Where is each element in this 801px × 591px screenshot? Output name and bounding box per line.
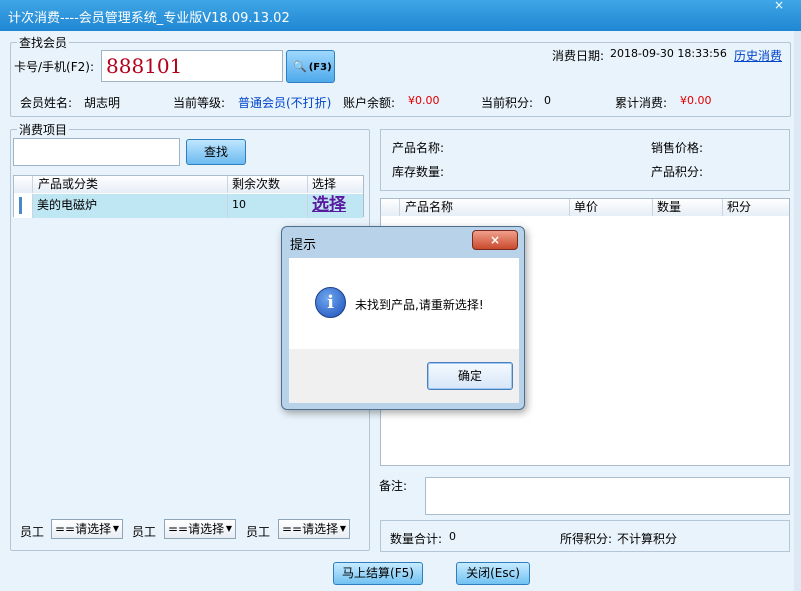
product-points-label: 产品积分: — [651, 165, 704, 179]
close-button[interactable]: 关闭(Esc) — [456, 562, 530, 585]
product-name-label: 产品名称: — [392, 141, 445, 155]
row-selected-marker — [19, 197, 22, 214]
sale-price-label: 销售价格: — [651, 141, 704, 155]
staff-select-3-value: ==请选择 — [282, 522, 339, 536]
points-label: 当前积分: — [481, 96, 534, 110]
items-table: 产品或分类 剩余次数 选择 美的电磁炉 10 选择 — [13, 175, 364, 218]
date-value: 2018-09-30 18:33:56 — [610, 47, 727, 60]
member-name-value: 胡志明 — [84, 96, 121, 110]
staff-select-2[interactable]: ==请选择 ▼ — [164, 519, 236, 539]
cart-header-qty: 数量 — [653, 199, 723, 216]
card-number-input[interactable]: 888101 — [101, 50, 283, 82]
staff-label-2: 员工 — [132, 525, 157, 539]
member-group-legend: 查找会员 — [19, 36, 68, 50]
items-header-select: 选择 — [308, 176, 363, 193]
qty-total-label: 数量合计: — [390, 532, 443, 546]
items-header-indicator — [14, 176, 33, 193]
member-name-label: 会员姓名: — [20, 96, 73, 110]
search-member-button[interactable]: 🔍 (F3) — [286, 50, 335, 83]
date-label: 消费日期: — [552, 49, 605, 63]
ok-button[interactable]: 确定 — [427, 362, 513, 390]
cart-header-indicator — [381, 199, 400, 216]
cart-header-points: 积分 — [723, 199, 789, 216]
balance-label: 账户余额: — [343, 96, 396, 110]
table-row[interactable]: 美的电磁炉 10 选择 — [14, 194, 363, 218]
cart-header-price: 单价 — [570, 199, 653, 216]
card-label: 卡号/手机(F2): — [14, 60, 94, 74]
items-header-name: 产品或分类 — [33, 176, 228, 193]
remark-textarea[interactable] — [425, 477, 790, 515]
earned-points-label: 所得积分: — [560, 532, 613, 546]
level-value: 普通会员(不打折) — [238, 96, 332, 110]
dialog-title: 提示 — [290, 238, 317, 253]
staff-select-3[interactable]: ==请选择 ▼ — [278, 519, 350, 539]
cart-header-name: 产品名称 — [400, 199, 570, 216]
info-icon: i — [315, 287, 346, 318]
window-title: 计次消费----会员管理系统_专业版V18.09.13.02 — [8, 11, 290, 26]
staff-select-1[interactable]: ==请选择 ▼ — [51, 519, 123, 539]
title-bar: 计次消费----会员管理系统_专业版V18.09.13.02 × — [0, 0, 801, 31]
chevron-down-icon: ▼ — [339, 524, 346, 533]
staff-label-1: 员工 — [20, 525, 45, 539]
chevron-down-icon: ▼ — [112, 524, 119, 533]
history-consumption-link[interactable]: 历史消费 — [734, 47, 782, 64]
stock-label: 库存数量: — [392, 165, 445, 179]
search-icon: 🔍 — [293, 60, 307, 73]
level-label: 当前等级: — [173, 96, 226, 110]
right-edge-strip — [794, 31, 801, 591]
points-value: 0 — [544, 94, 551, 107]
row-product-name: 美的电磁炉 — [33, 194, 228, 218]
items-group-legend: 消费项目 — [19, 123, 68, 137]
total-label: 累计消费: — [615, 96, 668, 110]
window-close-icon[interactable]: × — [764, 0, 794, 12]
remark-label: 备注: — [379, 479, 408, 493]
row-indicator — [14, 194, 33, 218]
alert-dialog: 提示 × i 未找到产品,请重新选择! 确定 — [281, 226, 525, 410]
staff-select-2-value: ==请选择 — [168, 522, 225, 536]
qty-total-value: 0 — [449, 530, 456, 543]
total-value: ¥0.00 — [680, 94, 712, 107]
search-member-label: (F3) — [308, 62, 332, 73]
dialog-message: 未找到产品,请重新选择! — [355, 298, 484, 312]
earned-points-value: 不计算积分 — [617, 532, 678, 546]
balance-value: ¥0.00 — [408, 94, 440, 107]
staff-label-3: 员工 — [246, 525, 271, 539]
dialog-body: i 未找到产品,请重新选择! — [289, 258, 519, 349]
dialog-footer: 确定 — [289, 349, 519, 403]
staff-select-1-value: ==请选择 — [55, 522, 112, 536]
chevron-down-icon: ▼ — [225, 524, 232, 533]
find-button[interactable]: 查找 — [186, 139, 246, 165]
items-header-remaining: 剩余次数 — [228, 176, 308, 193]
checkout-button[interactable]: 马上结算(F5) — [333, 562, 423, 585]
item-search-input[interactable] — [13, 138, 180, 166]
row-remaining: 10 — [228, 194, 308, 218]
row-select-link[interactable]: 选择 — [308, 194, 363, 218]
dialog-close-icon[interactable]: × — [472, 230, 518, 250]
